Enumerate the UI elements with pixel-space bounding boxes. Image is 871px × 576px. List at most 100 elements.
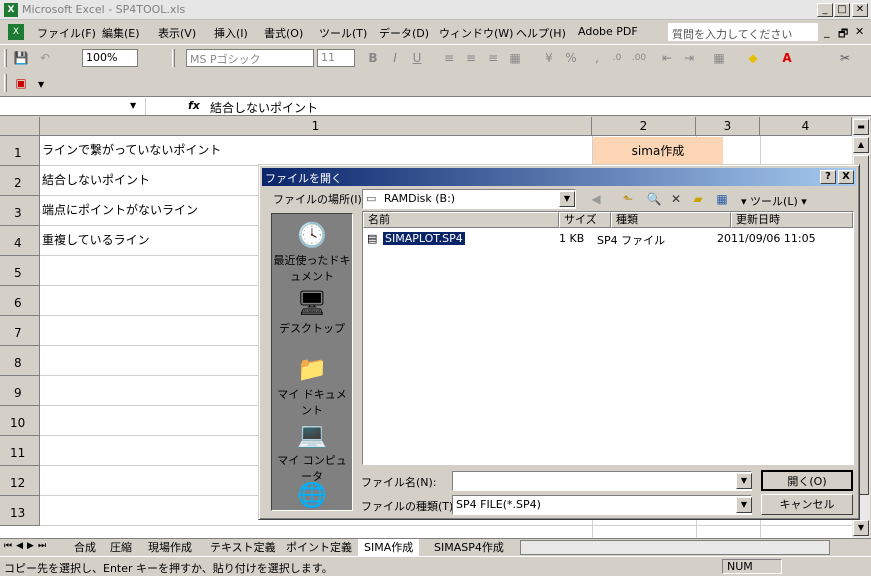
pdf-icon[interactable]: ▣ (12, 74, 30, 92)
borders-icon[interactable]: ▦ (710, 49, 728, 67)
row-header[interactable]: 11 (0, 436, 40, 466)
align-right-icon[interactable]: ≡ (484, 49, 502, 67)
tab-scroll-buttons[interactable]: ⏮◀▶⏭ (4, 541, 50, 551)
place-my-documents[interactable]: 📁 マイ ドキュメント (272, 354, 352, 418)
file-row[interactable]: ▤ SIMAPLOT.SP4 1 KB SP4 ファイル 2011/09/06 … (367, 232, 853, 248)
dialog-close-button[interactable]: X (838, 170, 854, 184)
sheet-tab[interactable]: 合成 (74, 539, 96, 556)
sheet-tab-active[interactable]: SIMA作成 (358, 539, 420, 556)
bold-button[interactable]: B (364, 49, 382, 67)
menu-help[interactable]: ヘルプ(H) (516, 25, 566, 41)
place-my-computer[interactable]: 💻 マイ コンピュータ (272, 420, 352, 484)
column-header[interactable]: 3 (696, 117, 760, 136)
column-header[interactable]: 2 (592, 117, 696, 136)
location-dropdown-icon[interactable]: ▼ (559, 191, 575, 207)
delete-icon[interactable]: ✕ (667, 190, 685, 208)
row-header[interactable]: 13 (0, 496, 40, 526)
toolbar-grip[interactable] (4, 49, 7, 67)
row-header[interactable]: 3 (0, 196, 40, 226)
font-color-icon[interactable]: A (778, 49, 796, 67)
toolbar-options-icon[interactable]: ▼ (38, 80, 44, 89)
row-header[interactable]: 6 (0, 286, 40, 316)
maximize-button[interactable]: □ (834, 3, 850, 17)
menu-file[interactable]: ファイル(F) (37, 25, 96, 41)
column-modified[interactable]: 更新日時 (731, 212, 853, 228)
row-header[interactable]: 4 (0, 226, 40, 256)
font-size-select[interactable]: 11 (317, 49, 355, 67)
toolbar-grip-3[interactable] (4, 74, 7, 92)
horizontal-scrollbar[interactable] (520, 540, 830, 555)
fill-color-icon[interactable]: ◆ (744, 49, 762, 67)
back-icon[interactable]: ◀ (587, 190, 605, 208)
decrease-decimal-icon[interactable]: .00 (630, 49, 648, 67)
doc-close-button[interactable]: ✕ (855, 25, 864, 38)
cell[interactable]: ラインで繋がっていないポイント (40, 136, 221, 165)
select-all-corner[interactable] (0, 117, 40, 136)
row-header[interactable]: 10 (0, 406, 40, 436)
row-header[interactable]: 1 (0, 136, 40, 166)
place-recent[interactable]: 🕓 最近使ったドキュメント (272, 220, 352, 284)
undo-icon[interactable]: ↶ (36, 49, 54, 67)
help-search-input[interactable]: 質問を入力してください (668, 23, 818, 41)
currency-icon[interactable]: ¥ (540, 49, 558, 67)
cancel-button[interactable]: キャンセル (761, 494, 853, 515)
open-button[interactable]: 開く(O) (761, 470, 853, 491)
function-icon[interactable]: fx (188, 99, 200, 112)
filename-input[interactable] (452, 471, 752, 491)
merge-center-icon[interactable]: ▦ (506, 49, 524, 67)
menu-data[interactable]: データ(D) (379, 25, 429, 41)
place-desktop[interactable]: 🖥 デスクトップ (272, 288, 352, 336)
doc-restore-button[interactable]: 🗗 (838, 25, 848, 44)
increase-decimal-icon[interactable]: .0 (608, 49, 626, 67)
scroll-down-button[interactable]: ▼ (853, 520, 869, 536)
column-size[interactable]: サイズ (559, 212, 611, 228)
column-header[interactable]: 4 (760, 117, 852, 136)
split-box[interactable]: ▬ (853, 119, 869, 135)
file-name[interactable]: SIMAPLOT.SP4 (383, 232, 465, 245)
underline-button[interactable]: U (408, 49, 426, 67)
filetype-dropdown-icon[interactable]: ▼ (736, 497, 752, 513)
column-type[interactable]: 種類 (611, 212, 731, 228)
save-icon[interactable]: 💾 (12, 49, 30, 67)
formula-input[interactable]: 結合しないポイント (210, 99, 318, 116)
menu-tools[interactable]: ツール(T) (319, 25, 367, 41)
close-button[interactable]: ✕ (852, 3, 868, 17)
location-select[interactable]: ▭ RAMDisk (B:) (362, 189, 576, 209)
row-header[interactable]: 9 (0, 376, 40, 406)
zoom-select[interactable]: 100% (82, 49, 138, 67)
views-icon[interactable]: ▦ (713, 190, 731, 208)
menu-view[interactable]: 表示(V) (158, 25, 196, 41)
name-box[interactable] (2, 98, 146, 115)
row-header[interactable]: 8 (0, 346, 40, 376)
percent-button[interactable]: % (562, 49, 580, 67)
increase-indent-icon[interactable]: ⇥ (680, 49, 698, 67)
dialog-title-bar[interactable]: ファイルを開く ? X (262, 168, 856, 186)
row-header[interactable]: 12 (0, 466, 40, 496)
search-web-icon[interactable]: 🔍 (645, 190, 663, 208)
cell[interactable]: 重複しているライン (40, 226, 150, 255)
sheet-tab[interactable]: テキスト定義 (210, 539, 276, 556)
italic-button[interactable]: I (386, 49, 404, 67)
filetype-select[interactable]: SP4 FILE(*.SP4) (452, 495, 752, 515)
column-name[interactable]: 名前 (363, 212, 559, 228)
font-name-select[interactable]: MS Pゴシック (186, 49, 314, 67)
new-folder-icon[interactable]: ▰ (689, 190, 707, 208)
place-network[interactable]: 🌐 (272, 480, 352, 512)
name-box-dropdown-icon[interactable]: ▼ (130, 101, 136, 110)
sheet-tab[interactable]: SIMASP4作成 (434, 539, 504, 556)
file-list[interactable]: 名前 サイズ 種類 更新日時 ▤ SIMAPLOT.SP4 1 KB SP4 フ… (362, 211, 854, 465)
sima-create-button[interactable]: sima作成 (593, 137, 723, 165)
up-folder-icon[interactable]: ⬑ (619, 190, 637, 208)
tools-icon[interactable]: ✂ (836, 49, 854, 67)
sheet-tab[interactable]: ポイント定義 (286, 539, 352, 556)
doc-minimize-button[interactable]: _ (824, 25, 830, 38)
toolbar-grip-2[interactable] (172, 49, 175, 67)
align-center-icon[interactable]: ≡ (462, 49, 480, 67)
menu-insert[interactable]: 挿入(I) (214, 25, 248, 41)
column-header[interactable]: 1 (40, 117, 592, 136)
cell[interactable]: 端点にポイントがないライン (40, 196, 198, 225)
menu-adobe-pdf[interactable]: Adobe PDF (578, 25, 638, 38)
row-header[interactable]: 5 (0, 256, 40, 286)
minimize-button[interactable]: _ (817, 3, 833, 17)
filename-dropdown-icon[interactable]: ▼ (736, 473, 752, 489)
